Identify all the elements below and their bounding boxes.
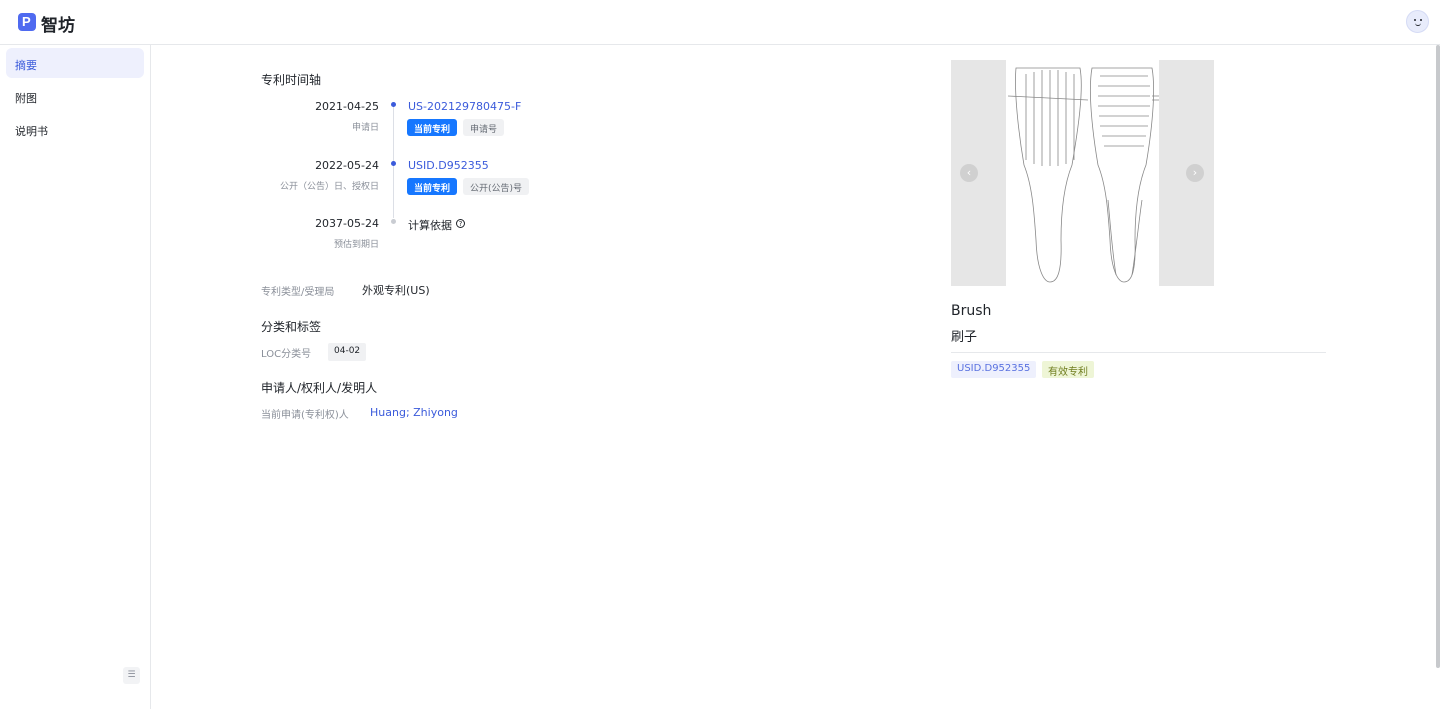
publication-number-link[interactable]: USID.D952355 (408, 159, 489, 172)
timeline-date-label: 申请日 (351, 123, 379, 133)
image-viewer[interactable]: ‹ › (951, 60, 1214, 286)
applicant-link[interactable]: Huang; Zhiyong (370, 406, 458, 419)
sidebar-item-description[interactable]: 说明书 (6, 114, 144, 144)
calculation-basis: 计算依据 (408, 219, 452, 232)
loc-label: LOC分类号 (261, 349, 312, 360)
avatar-eye (1420, 19, 1422, 21)
sidebar-item-drawings[interactable]: 附图 (6, 81, 144, 111)
application-number-link[interactable]: US-202129780475-F (408, 100, 521, 113)
logo-letter: P (22, 14, 31, 29)
current-patent-tag: 当前专利 (407, 178, 458, 195)
timeline-date: 2037-05-24 (315, 217, 379, 230)
patent-number-badge[interactable]: USID.D952355 (951, 361, 1037, 378)
divider (951, 352, 1326, 353)
classification-title: 分类和标签 (261, 320, 322, 334)
application-number-tag: 申请号 (463, 119, 505, 136)
publication-number-tag: 公开(公告)号 (463, 178, 530, 195)
app-brand[interactable]: 智坊 (41, 11, 75, 36)
current-patent-tag: 当前专利 (407, 119, 458, 136)
menu-fold-icon[interactable]: ☰ (123, 667, 140, 684)
product-name-cn: 刷子 (951, 330, 978, 345)
chevron-left-icon[interactable]: ‹ (960, 164, 978, 182)
sidebar-item-abstract[interactable]: 摘要 (6, 48, 144, 78)
sidebar: 摘要 附图 说明书 ☰ (0, 45, 151, 709)
avatar-eye (1414, 19, 1416, 21)
timeline-date: 2021-04-25 (315, 100, 379, 113)
loc-value[interactable]: 04-02 (328, 343, 367, 361)
timeline-dot (391, 102, 396, 107)
patent-type-value: 外观专利(US) (362, 284, 430, 297)
timeline-dot (391, 161, 396, 166)
brush-drawing-icon (1007, 67, 1159, 283)
chevron-right-icon[interactable]: › (1186, 164, 1204, 182)
timeline-date-label: 公开（公告）日、授权日 (279, 182, 379, 192)
applicant-label: 当前申请(专利权)人 (261, 410, 349, 421)
avatar-mouth (1415, 23, 1421, 26)
patent-type-label: 专利类型/受理局 (261, 287, 335, 298)
avatar[interactable] (1406, 10, 1429, 33)
timeline-dot (391, 219, 396, 224)
top-bar: P 智坊 (0, 0, 1440, 45)
timeline-date: 2022-05-24 (315, 159, 379, 172)
question-circle-icon[interactable]: ? (456, 219, 465, 228)
app-logo-icon[interactable]: P (18, 13, 36, 31)
product-name-en: Brush (951, 303, 992, 319)
timeline-title: 专利时间轴 (261, 73, 322, 87)
parties-title: 申请人/权利人/发明人 (261, 381, 378, 395)
page-scrollbar[interactable] (1436, 45, 1440, 668)
timeline-date-label: 预估到期日 (333, 240, 379, 250)
patent-drawing (1006, 60, 1159, 286)
status-badge: 有效专利 (1042, 361, 1094, 378)
